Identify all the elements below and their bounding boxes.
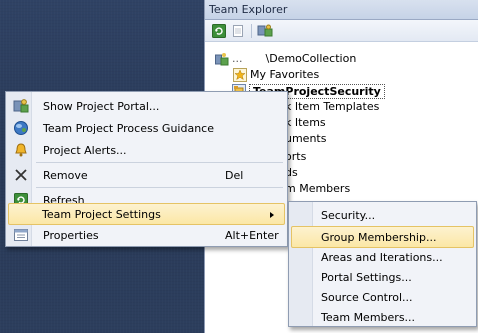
remove-icon	[13, 167, 29, 183]
menu-separator	[36, 187, 283, 188]
submenu-item-source-control[interactable]: Source Control...	[291, 286, 474, 308]
menu-item-shortcut: Alt+Enter	[225, 228, 279, 242]
tree-label: k Item Templates	[285, 100, 380, 113]
refresh-icon	[212, 23, 226, 38]
submenu-item-group-membership[interactable]: Group Membership...	[291, 226, 474, 248]
menu-item-label: Team Project Settings	[42, 207, 161, 221]
menu-item-shortcut: Del	[225, 168, 244, 182]
tree-item-reports[interactable]: orts	[285, 149, 306, 165]
page-icon	[233, 24, 243, 37]
team-explorer-toolbar	[205, 20, 478, 42]
menu-item-label: Source Control...	[321, 290, 413, 304]
alerts-icon	[13, 142, 29, 158]
tree-item-team-members[interactable]: m Members	[285, 181, 350, 197]
menu-item-label: Group Membership...	[321, 230, 437, 244]
menu-item-properties[interactable]: Properties Alt+Enter	[8, 224, 285, 246]
tree-item-my-favorites[interactable]: My Favorites	[233, 67, 319, 83]
refresh-toolbar-button[interactable]	[211, 23, 227, 39]
collection-icon	[215, 52, 229, 66]
menu-item-remove[interactable]: Remove Del	[8, 164, 285, 186]
tree-label: m Members	[285, 182, 351, 195]
menu-item-label: Show Project Portal...	[43, 99, 160, 113]
tree-label: orts	[285, 150, 307, 163]
favorites-star-icon	[233, 68, 247, 82]
menu-item-label: Project Alerts...	[43, 143, 127, 157]
tree-item-documents[interactable]: uments	[285, 131, 326, 147]
collection-label: \DemoCollection	[265, 52, 357, 65]
submenu-arrow-icon	[270, 212, 274, 218]
menu-item-label: Security...	[321, 208, 376, 222]
tree-label: k Items	[285, 116, 326, 129]
submenu-item-areas-and-iterations[interactable]: Areas and Iterations...	[291, 246, 474, 268]
menu-item-project-alerts[interactable]: Project Alerts...	[8, 139, 285, 161]
tree-item-work-items[interactable]: k Items	[285, 115, 326, 131]
menu-item-label: Team Project Process Guidance	[43, 121, 214, 135]
team-project-settings-submenu: Security... Group Membership... Areas an…	[288, 201, 477, 327]
submenu-item-security[interactable]: Security...	[291, 204, 474, 226]
menu-item-label: Remove	[43, 168, 88, 182]
submenu-item-portal-settings[interactable]: Portal Settings...	[291, 266, 474, 288]
tree-label: My Favorites	[250, 68, 320, 81]
tree-label: uments	[285, 132, 327, 145]
stop-toolbar-button[interactable]	[230, 23, 246, 39]
menu-item-process-guidance[interactable]: Team Project Process Guidance	[8, 117, 285, 139]
menu-item-team-project-settings[interactable]: Team Project Settings	[8, 203, 285, 225]
submenu-item-team-members[interactable]: Team Members...	[291, 306, 474, 328]
connect-toolbar-button[interactable]	[257, 23, 273, 39]
menu-item-label: Properties	[43, 228, 99, 242]
toolbar-separator	[251, 23, 252, 38]
tree-collection-node[interactable]: ... \DemoCollection	[215, 51, 356, 67]
connect-server-icon	[257, 24, 273, 36]
team-explorer-title: Team Explorer	[205, 0, 478, 20]
context-menu: Show Project Portal... Team Project Proc…	[5, 91, 288, 247]
tree-item-work-item-templates[interactable]: k Item Templates	[285, 99, 379, 115]
properties-icon	[13, 227, 29, 243]
guidance-icon	[13, 120, 29, 136]
menu-item-show-project-portal[interactable]: Show Project Portal...	[8, 95, 285, 117]
portal-icon	[13, 98, 29, 114]
menu-separator	[36, 162, 283, 163]
collection-prefix: ...	[232, 52, 243, 65]
menu-item-label: Team Members...	[321, 310, 416, 324]
menu-item-label: Areas and Iterations...	[321, 250, 443, 264]
menu-item-label: Portal Settings...	[321, 270, 412, 284]
